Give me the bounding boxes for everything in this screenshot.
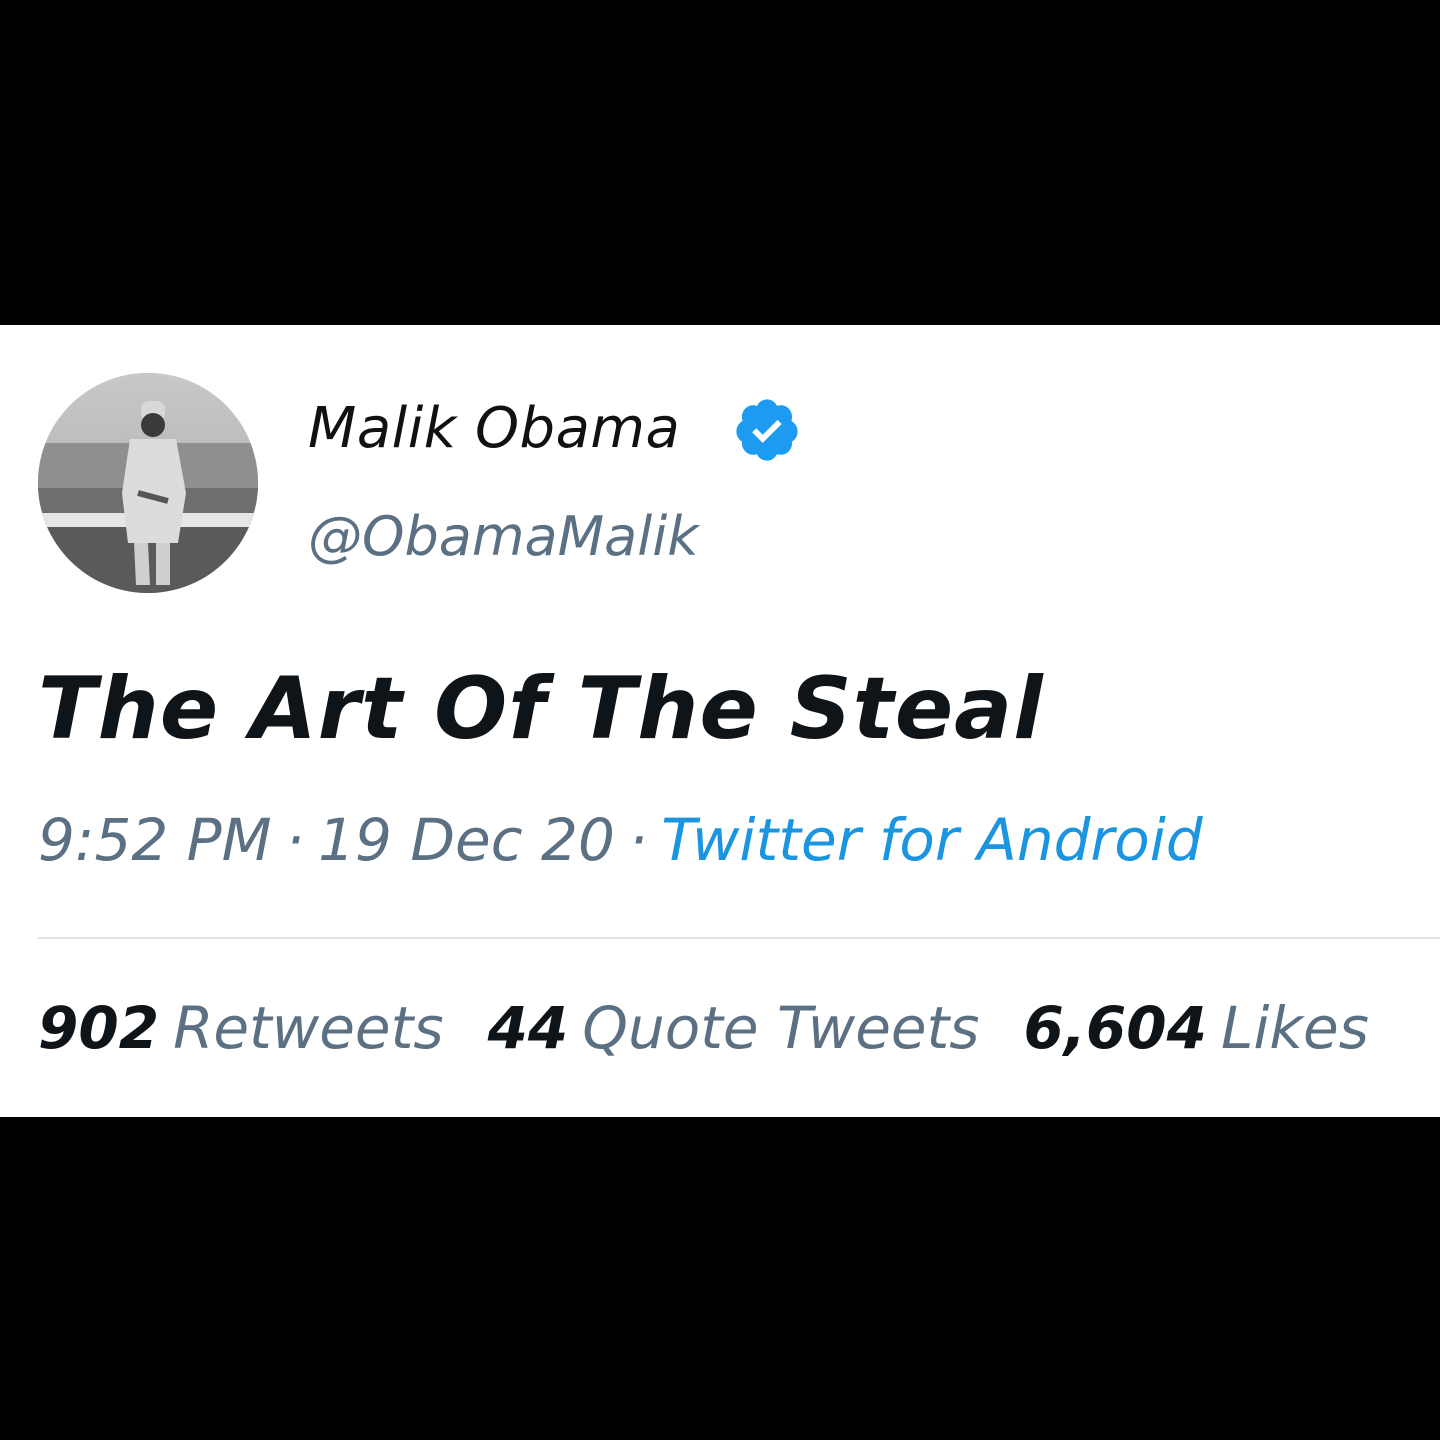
separator: ·: [285, 806, 305, 874]
tweet-card: Malik Obama @ObamaMalik The Art Of The S…: [0, 325, 1440, 1117]
verified-badge-icon: [736, 399, 798, 461]
quote-tweets-label: Quote Tweets: [582, 994, 980, 1062]
retweets-label: Retweets: [173, 994, 444, 1062]
likes-stat[interactable]: 6,604 Likes: [1024, 993, 1369, 1063]
quote-tweets-count: 44: [487, 994, 569, 1062]
user-handle[interactable]: @ObamaMalik: [308, 505, 699, 569]
divider: [38, 937, 1440, 939]
letterbox-bottom: [0, 1117, 1440, 1440]
letterbox-top: [0, 0, 1440, 325]
likes-label: Likes: [1221, 994, 1369, 1062]
quote-tweets-stat[interactable]: 44 Quote Tweets: [488, 993, 980, 1063]
page: Malik Obama @ObamaMalik The Art Of The S…: [0, 0, 1440, 1440]
separator: ·: [628, 806, 648, 874]
avatar[interactable]: [38, 373, 258, 593]
avatar-photo: [38, 373, 258, 593]
display-name[interactable]: Malik Obama: [308, 397, 680, 461]
tweet-meta: 9:52 PM · 19 Dec 20 · Twitter for Android: [38, 805, 1203, 875]
retweets-count: 902: [38, 994, 160, 1062]
tweet-stats: 902 Retweets 44 Quote Tweets 6,604 Likes: [38, 993, 1369, 1063]
tweet-date[interactable]: 19 Dec 20: [318, 806, 615, 874]
tweet-source-link[interactable]: Twitter for Android: [661, 806, 1202, 874]
tweet-text: The Art Of The Steal: [38, 659, 1044, 759]
tweet-time[interactable]: 9:52 PM: [38, 806, 272, 874]
retweets-stat[interactable]: 902 Retweets: [38, 993, 444, 1063]
likes-count: 6,604: [1023, 994, 1207, 1062]
